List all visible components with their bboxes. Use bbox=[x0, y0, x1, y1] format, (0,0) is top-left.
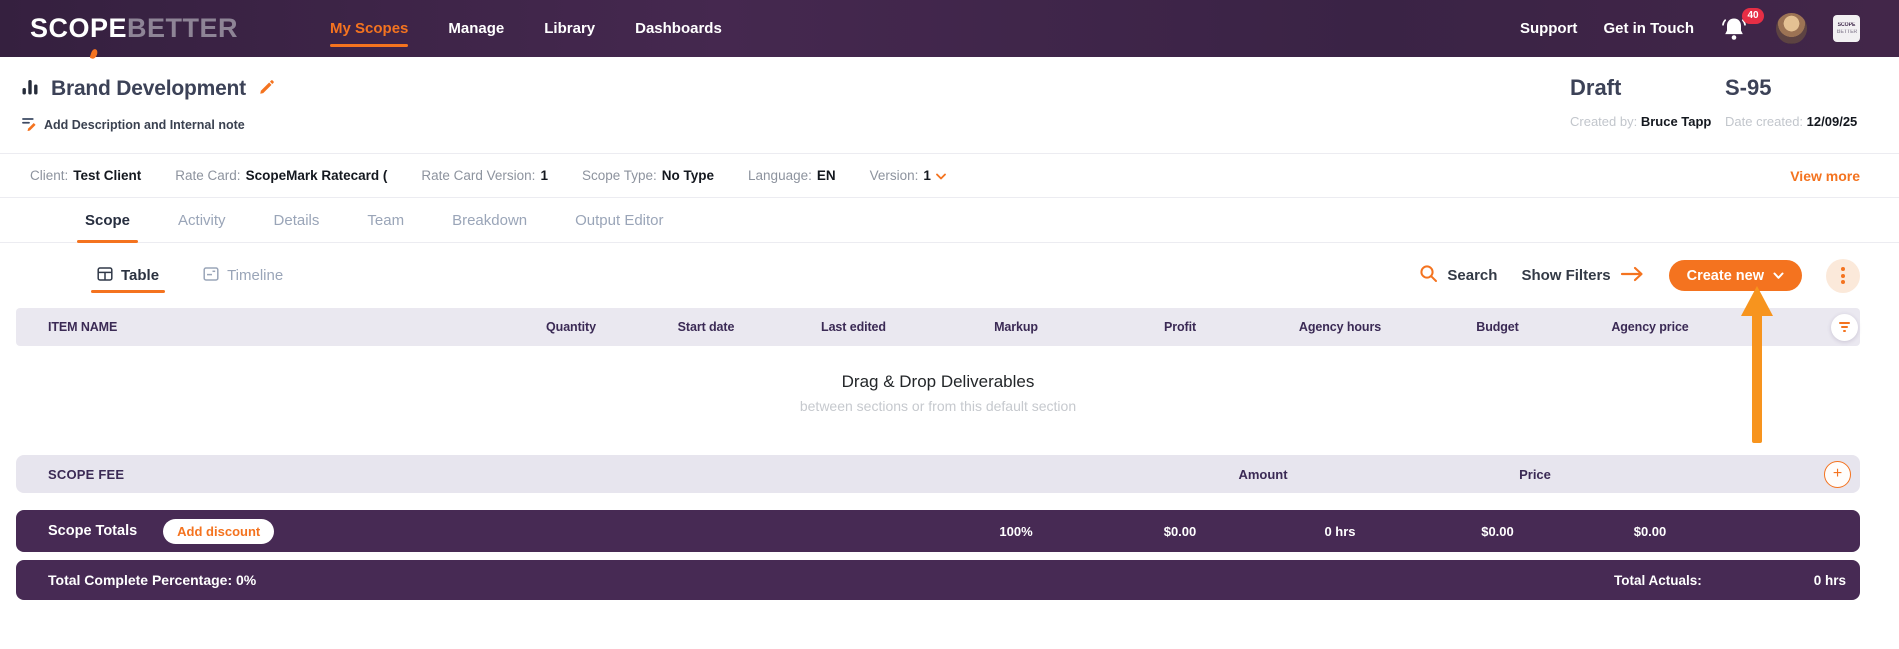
chevron-down-icon bbox=[1773, 268, 1784, 284]
bell-icon bbox=[1720, 31, 1748, 48]
app-switcher-icon[interactable]: SCOPE BETTER bbox=[1833, 15, 1860, 42]
tab-output-editor[interactable]: Output Editor bbox=[575, 198, 663, 242]
col-profit: Profit bbox=[1100, 320, 1260, 334]
meta-rate-card-version: Rate Card Version:1 bbox=[421, 168, 548, 183]
totals-agency-hours: 0 hrs bbox=[1260, 524, 1420, 539]
nav-library[interactable]: Library bbox=[544, 0, 595, 57]
totals-agency-price: $0.00 bbox=[1575, 524, 1725, 539]
nav-dashboards[interactable]: Dashboards bbox=[635, 0, 722, 57]
col-agency-hours: Agency hours bbox=[1260, 320, 1420, 334]
show-filters-button[interactable]: Show Filters bbox=[1521, 266, 1644, 286]
logo-text-scope: SCOPE bbox=[30, 13, 127, 43]
subtab-timeline[interactable]: Timeline bbox=[203, 243, 283, 308]
table-header-row: ITEM NAME Quantity Start date Last edite… bbox=[16, 308, 1860, 346]
add-discount-button[interactable]: Add discount bbox=[163, 519, 274, 544]
total-complete-row: Total Complete Percentage: 0% Total Actu… bbox=[16, 560, 1860, 600]
scope-meta-row: Client:Test Client Rate Card:ScopeMark R… bbox=[0, 153, 1899, 198]
scope-fee-label: SCOPE FEE bbox=[48, 467, 124, 482]
date-created-value: 12/09/25 bbox=[1807, 114, 1858, 129]
meta-rate-card: Rate Card:ScopeMark Ratecard ( bbox=[175, 168, 387, 183]
annotation-arrow-head bbox=[1741, 286, 1773, 316]
table-grid-icon bbox=[97, 266, 113, 286]
note-pencil-icon bbox=[22, 116, 37, 134]
search-icon bbox=[1419, 264, 1438, 287]
nav-manage[interactable]: Manage bbox=[448, 0, 504, 57]
col-budget: Budget bbox=[1420, 320, 1575, 334]
chevron-down-icon bbox=[936, 168, 946, 183]
date-created-label: Date created: bbox=[1725, 114, 1803, 129]
support-link[interactable]: Support bbox=[1520, 20, 1578, 37]
scope-tabs: Scope Activity Details Team Breakdown Ou… bbox=[0, 198, 1899, 243]
get-in-touch-link[interactable]: Get in Touch bbox=[1603, 20, 1694, 37]
fee-price-header: Price bbox=[1519, 467, 1551, 482]
col-last-edited: Last edited bbox=[775, 320, 932, 334]
tab-team[interactable]: Team bbox=[367, 198, 404, 242]
created-by-label: Created by: bbox=[1570, 114, 1637, 129]
arrow-right-icon bbox=[1620, 266, 1645, 286]
notifications-button[interactable]: 40 bbox=[1720, 14, 1750, 44]
main-nav: My Scopes Manage Library Dashboards bbox=[330, 0, 722, 57]
scope-fee-row: SCOPE FEE Amount Price + bbox=[16, 455, 1860, 493]
meta-scope-type: Scope Type:No Type bbox=[582, 168, 714, 183]
view-more-link[interactable]: View more bbox=[1790, 168, 1860, 184]
scope-id: S-95 bbox=[1725, 75, 1857, 101]
app-logo[interactable]: SCOPEBETTER bbox=[30, 13, 238, 44]
total-complete-label: Total Complete Percentage: 0% bbox=[48, 572, 256, 588]
empty-state-subtitle: between sections or from this default se… bbox=[16, 398, 1860, 414]
totals-profit: $0.00 bbox=[1100, 524, 1260, 539]
timeline-icon bbox=[203, 266, 219, 286]
empty-state-title: Drag & Drop Deliverables bbox=[16, 372, 1860, 392]
tab-breakdown[interactable]: Breakdown bbox=[452, 198, 527, 242]
create-new-button[interactable]: Create new bbox=[1669, 260, 1802, 291]
scope-totals-label: Scope Totals bbox=[48, 523, 137, 539]
scope-totals-row: Scope Totals Add discount 100% $0.00 0 h… bbox=[16, 510, 1860, 552]
meta-language: Language:EN bbox=[748, 168, 836, 183]
user-avatar[interactable] bbox=[1776, 13, 1807, 44]
app-header: SCOPEBETTER My Scopes Manage Library Das… bbox=[0, 0, 1899, 57]
total-actuals-label: Total Actuals: bbox=[1614, 573, 1702, 588]
tab-details[interactable]: Details bbox=[274, 198, 320, 242]
fee-amount-header: Amount bbox=[1238, 467, 1287, 482]
header-right-cluster: Support Get in Touch 40 SCOPE BETTER bbox=[1520, 0, 1860, 57]
view-toolbar: Table Timeline bbox=[0, 243, 1899, 308]
meta-version-dropdown[interactable]: Version:1 bbox=[870, 168, 946, 183]
add-description-button[interactable]: Add Description and Internal note bbox=[22, 116, 245, 134]
created-by-value: Bruce Tapp bbox=[1641, 114, 1712, 129]
subtab-table[interactable]: Table bbox=[97, 243, 159, 308]
more-options-button[interactable] bbox=[1826, 259, 1860, 293]
col-agency-price: Agency price bbox=[1575, 320, 1725, 334]
empty-drop-zone[interactable]: Drag & Drop Deliverables between section… bbox=[16, 372, 1860, 414]
logo-text-better: BETTER bbox=[127, 13, 238, 43]
tab-scope[interactable]: Scope bbox=[85, 198, 130, 242]
status-badge: Draft bbox=[1570, 75, 1711, 101]
col-item-name: ITEM NAME bbox=[16, 320, 505, 334]
bar-chart-icon bbox=[22, 77, 39, 101]
search-button[interactable]: Search bbox=[1419, 264, 1497, 287]
annotation-arrow-shaft bbox=[1752, 314, 1762, 443]
title-section: Brand Development Add Description and In… bbox=[0, 57, 1899, 153]
notification-badge: 40 bbox=[1742, 8, 1764, 24]
totals-budget: $0.00 bbox=[1420, 524, 1575, 539]
total-actuals-value: 0 hrs bbox=[1814, 573, 1846, 588]
meta-client: Client:Test Client bbox=[30, 168, 141, 183]
col-quantity: Quantity bbox=[505, 320, 637, 334]
col-markup: Markup bbox=[932, 320, 1100, 334]
tab-activity[interactable]: Activity bbox=[178, 198, 226, 242]
scope-page: SCOPEBETTER My Scopes Manage Library Das… bbox=[0, 0, 1899, 649]
page-title: Brand Development bbox=[51, 77, 246, 101]
totals-markup: 100% bbox=[932, 524, 1100, 539]
add-fee-button[interactable]: + bbox=[1824, 461, 1851, 488]
edit-title-pencil-icon[interactable] bbox=[258, 78, 276, 101]
column-filter-button[interactable] bbox=[1831, 314, 1858, 341]
nav-my-scopes[interactable]: My Scopes bbox=[330, 0, 408, 57]
col-start-date: Start date bbox=[637, 320, 775, 334]
